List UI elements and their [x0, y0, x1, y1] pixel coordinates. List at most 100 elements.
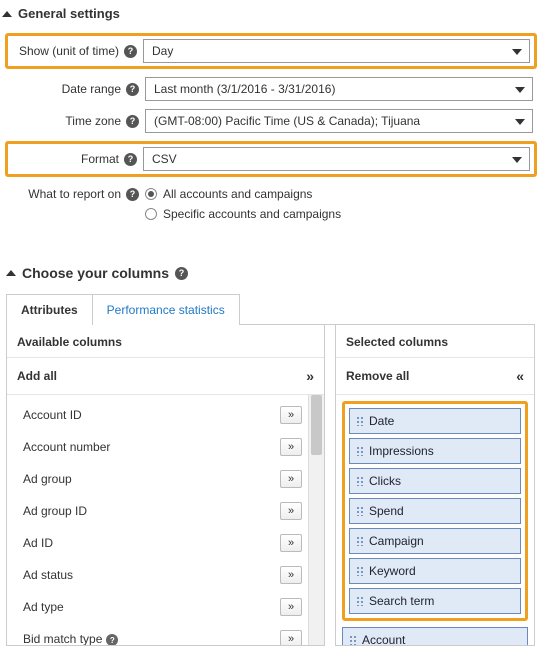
row-date-range: Date range ? Last month (3/1/2016 - 3/31…	[10, 77, 533, 101]
grip-icon	[356, 536, 364, 546]
help-icon[interactable]: ?	[124, 153, 137, 166]
choose-columns-header[interactable]: Choose your columns ?	[0, 247, 541, 293]
help-icon[interactable]: ?	[124, 45, 137, 58]
add-button[interactable]	[280, 534, 302, 552]
selected-item-label: Account	[362, 633, 405, 645]
add-button[interactable]	[280, 598, 302, 616]
grip-icon	[356, 416, 364, 426]
scrollbar-thumb[interactable]	[311, 395, 322, 455]
help-icon[interactable]: ?	[126, 115, 139, 128]
selected-item-label: Spend	[369, 504, 404, 518]
add-button[interactable]	[280, 406, 302, 424]
format-value: CSV	[152, 152, 177, 166]
selected-item[interactable]: Spend	[349, 498, 521, 524]
chevron-double-left-icon	[516, 368, 524, 384]
help-icon[interactable]: ?	[126, 188, 139, 201]
radio-icon	[145, 188, 157, 200]
report-on-label: What to report on ?	[10, 185, 145, 201]
grip-icon	[349, 635, 357, 645]
selected-item[interactable]: Account	[342, 627, 528, 645]
item-label: Account number	[23, 440, 110, 454]
selected-item-label: Clicks	[369, 474, 401, 488]
show-unit-label: Show (unit of time) ?	[12, 44, 143, 58]
add-all-label: Add all	[17, 369, 57, 383]
time-zone-select[interactable]: (GMT-08:00) Pacific Time (US & Canada); …	[145, 109, 533, 133]
list-item: Account ID	[15, 399, 308, 431]
item-label: Ad group ID	[23, 504, 87, 518]
show-unit-value: Day	[152, 44, 173, 58]
item-label: Account ID	[23, 408, 82, 422]
time-zone-label-text: Time zone	[65, 114, 121, 128]
general-settings-body: Show (unit of time) ? Day Date range ? L…	[0, 31, 541, 247]
selected-item-label: Search term	[369, 594, 434, 608]
selected-item[interactable]: Campaign	[349, 528, 521, 554]
tab-attributes[interactable]: Attributes	[6, 294, 93, 325]
help-icon[interactable]: ?	[106, 634, 118, 645]
chevron-up-icon	[6, 270, 16, 276]
item-label: Ad type	[23, 600, 64, 614]
general-settings-header[interactable]: General settings	[0, 0, 541, 31]
grip-icon	[356, 446, 364, 456]
format-label: Format ?	[12, 152, 143, 166]
available-body: Account ID Account number Ad group Ad gr…	[7, 395, 324, 645]
date-range-value: Last month (3/1/2016 - 3/31/2016)	[154, 82, 335, 96]
selected-body: Date Impressions Clicks Spend Campaign K…	[336, 395, 534, 645]
available-columns-header: Available columns	[7, 325, 324, 358]
column-tabs: Attributes Performance statistics	[6, 293, 535, 325]
help-icon[interactable]: ?	[126, 83, 139, 96]
grip-icon	[356, 506, 364, 516]
highlight-format-row: Format ? CSV	[5, 141, 537, 177]
item-label: Ad status	[23, 568, 73, 582]
list-item: Ad status	[15, 559, 308, 591]
radio-all-accounts[interactable]: All accounts and campaigns	[145, 187, 341, 201]
report-on-label-text: What to report on	[28, 187, 121, 201]
grip-icon	[356, 566, 364, 576]
add-button[interactable]	[280, 566, 302, 584]
add-button[interactable]	[280, 502, 302, 520]
radio-icon	[145, 208, 157, 220]
help-icon[interactable]: ?	[175, 267, 188, 280]
tab-performance[interactable]: Performance statistics	[92, 294, 240, 325]
selected-item-label: Date	[369, 414, 394, 428]
available-columns-panel: Available columns Add all Account ID Acc…	[6, 325, 325, 646]
list-item: Bid match type?	[15, 623, 308, 645]
selected-item[interactable]: Keyword	[349, 558, 521, 584]
highlight-show-row: Show (unit of time) ? Day	[5, 33, 537, 69]
general-settings-title: General settings	[18, 6, 120, 21]
item-label: Bid match type	[23, 632, 102, 645]
add-button[interactable]	[280, 438, 302, 456]
selected-item[interactable]: Impressions	[349, 438, 521, 464]
time-zone-label: Time zone ?	[10, 114, 145, 128]
list-item: Ad group ID	[15, 495, 308, 527]
date-range-select[interactable]: Last month (3/1/2016 - 3/31/2016)	[145, 77, 533, 101]
selected-item[interactable]: Clicks	[349, 468, 521, 494]
time-zone-value: (GMT-08:00) Pacific Time (US & Canada); …	[154, 114, 420, 128]
selected-columns-header: Selected columns	[336, 325, 534, 358]
add-button[interactable]	[280, 470, 302, 488]
row-report-on: What to report on ? All accounts and cam…	[10, 185, 533, 221]
selected-item[interactable]: Date	[349, 408, 521, 434]
add-all-row[interactable]: Add all	[7, 358, 324, 395]
row-format: Format ? CSV	[12, 147, 530, 171]
scrollbar[interactable]	[308, 395, 324, 645]
chevron-double-right-icon	[306, 368, 314, 384]
row-show-unit: Show (unit of time) ? Day	[12, 39, 530, 63]
remove-all-row[interactable]: Remove all	[336, 358, 534, 395]
date-range-label: Date range ?	[10, 82, 145, 96]
chevron-up-icon	[2, 11, 12, 17]
list-item: Account number	[15, 431, 308, 463]
report-on-radio-group: All accounts and campaigns Specific acco…	[145, 185, 341, 221]
row-time-zone: Time zone ? (GMT-08:00) Pacific Time (US…	[10, 109, 533, 133]
selected-item-label: Impressions	[369, 444, 434, 458]
radio-specific-accounts[interactable]: Specific accounts and campaigns	[145, 207, 341, 221]
format-select[interactable]: CSV	[143, 147, 530, 171]
show-unit-label-text: Show (unit of time)	[19, 44, 119, 58]
item-label: Ad ID	[23, 536, 53, 550]
selected-item[interactable]: Search term	[349, 588, 521, 614]
choose-columns-title: Choose your columns	[22, 265, 169, 281]
date-range-label-text: Date range	[62, 82, 121, 96]
selected-columns-panel: Selected columns Remove all Date Impress…	[335, 325, 535, 646]
add-button[interactable]	[280, 630, 302, 645]
radio-specific-label: Specific accounts and campaigns	[163, 207, 341, 221]
show-unit-select[interactable]: Day	[143, 39, 530, 63]
